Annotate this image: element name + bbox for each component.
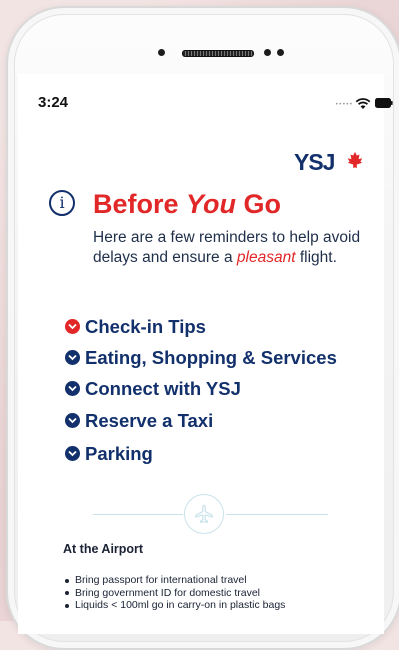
divider-right [226, 514, 328, 515]
intro-text: Here are a few reminders to help avoid d… [93, 228, 383, 268]
chevron-down-circle-icon [65, 350, 80, 365]
title-emphasis: You [186, 189, 237, 219]
chevron-down-circle-icon [65, 446, 80, 461]
front-camera-icon [158, 49, 165, 56]
sensor-icon [277, 49, 284, 56]
status-time: 3:24 [38, 94, 69, 111]
menu-item-label: Reserve a Taxi [85, 410, 214, 431]
sensor-icon [264, 49, 271, 56]
section-title: At the Airport [63, 542, 144, 556]
title-prefix: Before [93, 189, 187, 219]
menu-item-label: Connect with YSJ [85, 378, 241, 399]
menu-item-parking[interactable]: Parking [65, 441, 365, 467]
menu-item-label: Check-in Tips [85, 316, 206, 337]
intro-suffix: flight. [295, 249, 337, 266]
airplane-icon [195, 504, 213, 524]
menu-item-connect-with-ysj[interactable]: Connect with YSJ [65, 376, 365, 402]
menu-item-eating-shopping-services[interactable]: Eating, Shopping & Services [65, 345, 365, 371]
signal-icon: ••••• [335, 101, 353, 108]
wifi-icon [355, 98, 371, 109]
chevron-down-circle-icon [65, 413, 80, 428]
plane-badge [184, 494, 224, 534]
maple-leaf-icon [347, 151, 363, 169]
tips-list: Bring passport for international travel … [64, 574, 374, 612]
phone-earpiece [148, 48, 298, 58]
menu-item-label: Eating, Shopping & Services [85, 347, 337, 368]
logo-text: YSJ [294, 149, 335, 175]
list-item: Bring government ID for domestic travel [64, 587, 374, 600]
chevron-down-circle-icon [65, 319, 80, 334]
list-item: Bring passport for international travel [64, 574, 374, 587]
list-item: Liquids < 100ml go in carry-on in plasti… [64, 599, 374, 612]
page-title: Before You Go [93, 188, 281, 220]
brand-logo: YSJ [294, 150, 370, 174]
divider-left [93, 514, 183, 515]
menu-item-reserve-a-taxi[interactable]: Reserve a Taxi [65, 408, 365, 434]
info-icon: i [49, 190, 75, 216]
title-suffix: Go [236, 189, 282, 219]
battery-icon [375, 98, 393, 108]
menu-item-label: Parking [85, 443, 153, 464]
menu-item-check-in-tips[interactable]: Check-in Tips [65, 314, 365, 340]
speaker-grille-icon [182, 50, 254, 57]
chevron-down-circle-icon [65, 381, 80, 396]
status-icons: ••••• [335, 96, 393, 110]
intro-emphasis: pleasant [236, 249, 296, 266]
